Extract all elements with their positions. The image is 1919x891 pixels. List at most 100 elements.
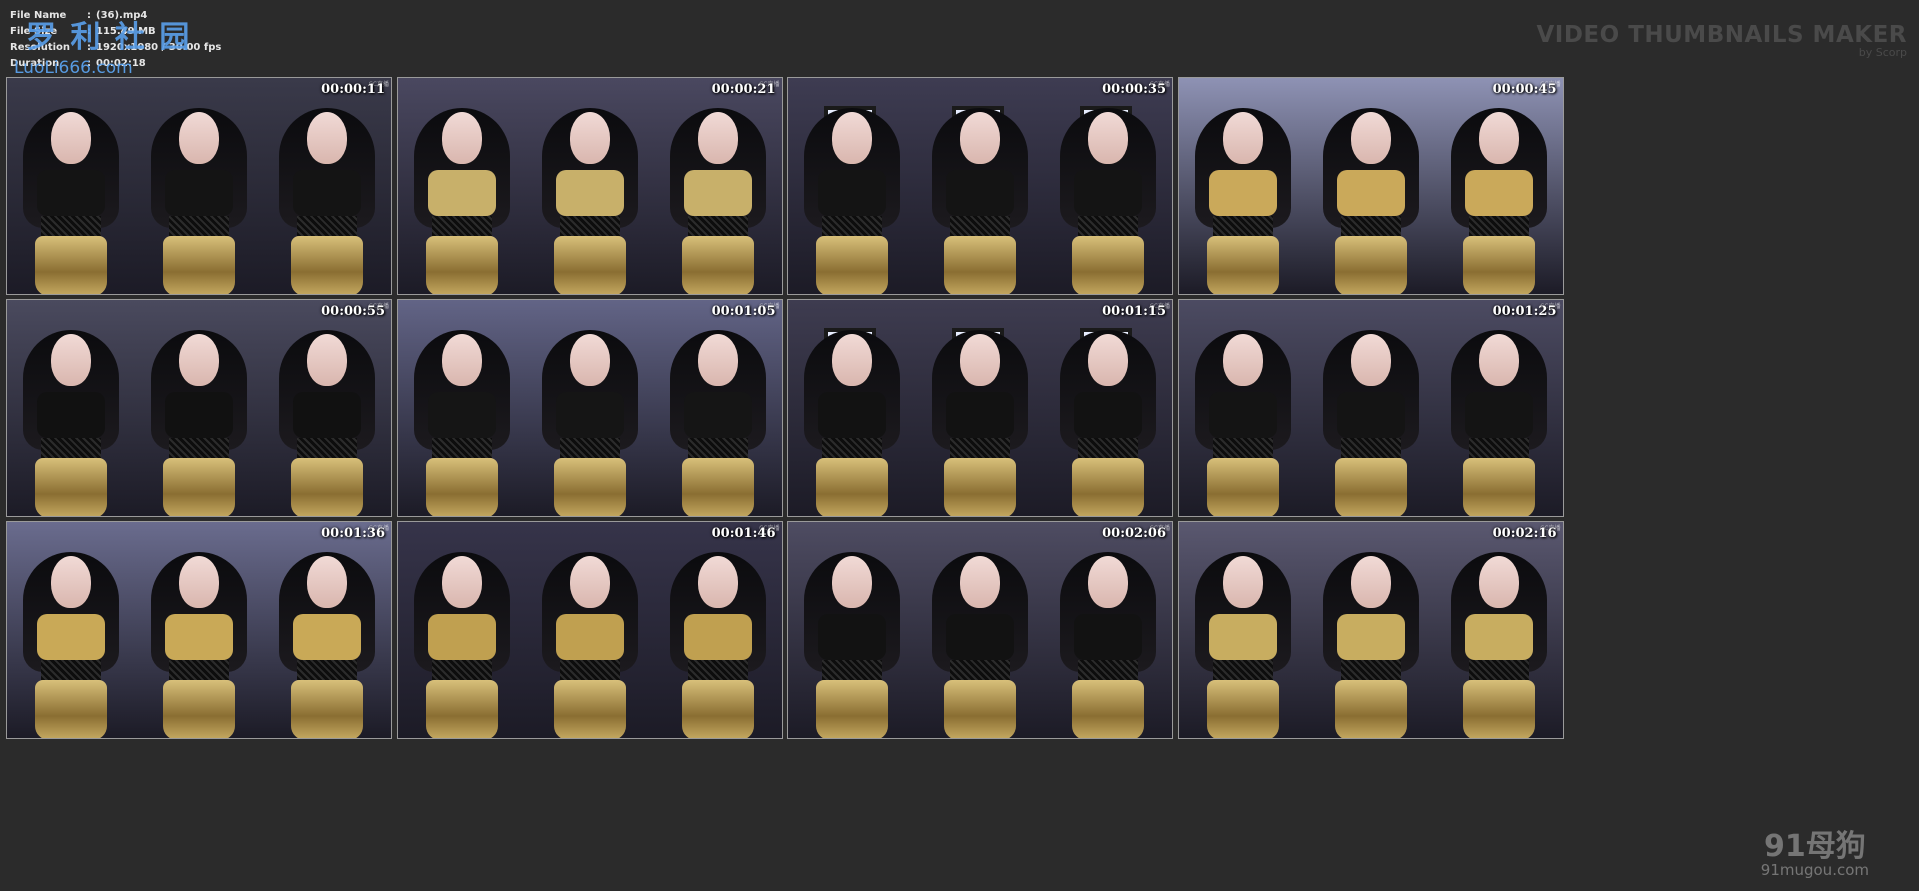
figure-skirt (291, 236, 363, 294)
figure-lace (1212, 660, 1273, 680)
frame-panel (263, 522, 391, 738)
frame-panel (525, 78, 654, 294)
figure-face (51, 112, 91, 164)
figure-top (427, 392, 496, 438)
video-thumbnail: CC直播 00:02:16 (1177, 521, 1564, 739)
figure-face (441, 334, 482, 386)
figure-skirt (1462, 236, 1535, 294)
figure-top (427, 614, 496, 660)
figure-skirt (1462, 458, 1535, 516)
figure-top (555, 170, 624, 216)
figure-skirt (425, 236, 498, 294)
timestamp-label: 00:00:35 (1102, 82, 1166, 97)
figure-face (1088, 334, 1128, 386)
figure-lace (169, 438, 229, 458)
video-thumbnail: CC直播 00:01:36 (6, 521, 392, 739)
figure-face (1350, 334, 1391, 386)
frame-panel (397, 300, 526, 516)
figure-top (1336, 170, 1405, 216)
figure-top (683, 392, 752, 438)
figure-lace (1340, 438, 1401, 458)
figure-lace (297, 438, 357, 458)
frame-panel (1178, 522, 1307, 738)
figure-face (1088, 556, 1128, 608)
footer-watermark: 91母狗 91mugou.com (1761, 821, 1869, 879)
figure-face (569, 112, 610, 164)
figure-face (1478, 334, 1519, 386)
timestamp-label: 00:02:06 (1102, 526, 1166, 541)
frame-panel (135, 300, 263, 516)
frame-panel (1306, 78, 1435, 294)
figure-face (307, 556, 347, 608)
figure-top (37, 392, 105, 438)
figure-skirt (1334, 680, 1407, 738)
figure-face (179, 334, 219, 386)
video-thumbnail: CC直播 00:01:25 (1177, 299, 1564, 517)
figure-lace (1078, 438, 1138, 458)
figure-face (1222, 112, 1263, 164)
frame-panel (263, 300, 391, 516)
frame-panel (788, 300, 916, 516)
figure-face (832, 556, 872, 608)
figure-lace (559, 438, 620, 458)
figure-lace (1340, 660, 1401, 680)
figure-skirt (35, 680, 107, 738)
figure-skirt (1206, 680, 1279, 738)
figure-top (1336, 392, 1405, 438)
figure-face (697, 334, 738, 386)
figure-top (683, 170, 752, 216)
figure-lace (950, 660, 1010, 680)
figure-lace (431, 438, 492, 458)
figure-lace (559, 660, 620, 680)
video-thumbnail: CC直播 00:01:46 (396, 521, 783, 739)
figure-top (555, 392, 624, 438)
figure-top (427, 170, 496, 216)
figure-face (1222, 556, 1263, 608)
frame-panel (1178, 300, 1307, 516)
figure-face (832, 334, 872, 386)
timestamp-label: 00:01:15 (1102, 304, 1166, 319)
figure-top (37, 614, 105, 660)
frame-panel (653, 522, 782, 738)
figure-face (832, 112, 872, 164)
frame-panel (653, 78, 782, 294)
footer-watermark-url: 91mugou.com (1760, 861, 1869, 879)
figure-skirt (163, 680, 235, 738)
frame-panel (653, 300, 782, 516)
figure-skirt (553, 236, 626, 294)
figure-face (1478, 112, 1519, 164)
figure-face (307, 112, 347, 164)
figure-lace (297, 216, 357, 236)
figure-top (818, 614, 886, 660)
video-thumbnail: CC直播 00:00:11 (6, 77, 392, 295)
figure-lace (431, 660, 492, 680)
frame-panel (7, 300, 135, 516)
video-thumbnail: CC直播 00:01:15 (787, 299, 1173, 517)
frame-panel (135, 78, 263, 294)
frame-panel (1306, 522, 1435, 738)
figure-top (293, 392, 361, 438)
figure-face (1350, 112, 1391, 164)
frame-panel (1044, 78, 1172, 294)
timestamp-label: 00:00:11 (321, 82, 385, 97)
figure-top (818, 170, 886, 216)
figure-top (946, 392, 1014, 438)
figure-skirt (681, 236, 754, 294)
figure-top (1464, 170, 1533, 216)
brand-block: VIDEO THUMBNAILS MAKER by Scorp (1536, 22, 1907, 59)
figure-face (697, 556, 738, 608)
figure-lace (822, 216, 882, 236)
frame-panel (397, 522, 526, 738)
figure-skirt (553, 458, 626, 516)
figure-lace (1212, 216, 1273, 236)
figure-lace (1468, 660, 1529, 680)
figure-lace (169, 660, 229, 680)
figure-top (818, 392, 886, 438)
timestamp-label: 00:01:25 (1492, 304, 1557, 319)
video-thumbnail: CC直播 00:00:55 (6, 299, 392, 517)
figure-top (165, 170, 233, 216)
figure-lace (687, 216, 748, 236)
figure-skirt (816, 236, 888, 294)
timestamp-label: 00:00:55 (321, 304, 385, 319)
frame-panel (1306, 300, 1435, 516)
